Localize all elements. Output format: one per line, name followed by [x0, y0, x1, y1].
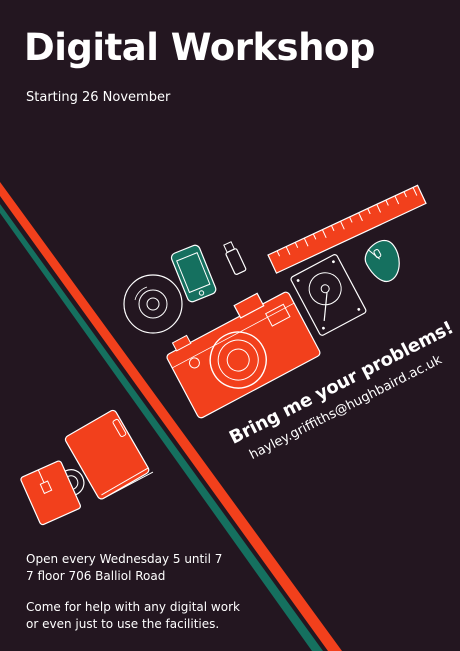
usb-drive-icon	[223, 241, 247, 275]
help-line: Come for help with any digital work	[26, 600, 240, 614]
mouse-icon	[364, 239, 400, 282]
poster-title: Digital Workshop	[24, 26, 375, 69]
poster: Digital Workshop Starting 26 November Br…	[0, 0, 460, 651]
ruler-icon	[267, 184, 427, 274]
schedule-line: Open every Wednesday 5 until 7	[26, 552, 223, 566]
start-date: Starting 26 November	[26, 90, 171, 105]
phone-icon	[170, 244, 217, 303]
cd-icon	[123, 274, 183, 334]
notebook-icon	[64, 409, 154, 500]
address-line: 7 floor 706 Balliol Road	[26, 569, 166, 583]
schedule-info: Open every Wednesday 5 until 7 7 floor 7…	[26, 551, 222, 585]
help-line: or even just to use the facilities.	[26, 617, 220, 631]
help-info: Come for help with any digital work or e…	[26, 599, 240, 633]
